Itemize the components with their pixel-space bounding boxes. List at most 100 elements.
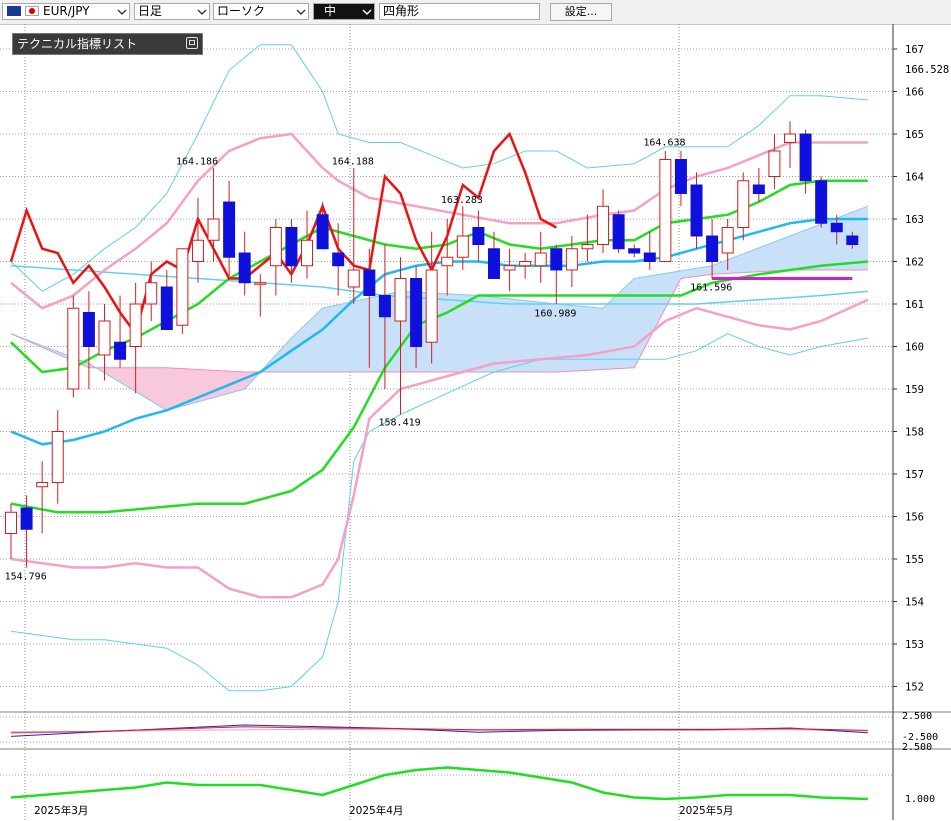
candle-body — [145, 282, 158, 305]
candle-body — [378, 295, 391, 318]
axis-tick-label: 167 — [905, 44, 924, 56]
price-annotation: 160.989 — [534, 308, 576, 319]
candle-body — [285, 227, 298, 267]
cloud-segment — [306, 307, 323, 373]
candle-body — [628, 248, 641, 254]
axis-tick-label: 165 — [905, 129, 924, 141]
axis-tick-label: 156 — [905, 512, 924, 524]
cloud-segment — [618, 277, 635, 369]
candle-body — [550, 248, 563, 271]
shape-select[interactable]: 四角形 — [379, 3, 540, 20]
price-chart[interactable]: 154.796 164.186 164.188 158.419 163.283 160.9… — [0, 24, 951, 821]
chevron-down-icon — [296, 9, 306, 15]
candle-body — [737, 180, 750, 228]
candle-body — [160, 286, 173, 330]
grid — [0, 24, 894, 820]
candle-body — [441, 256, 454, 267]
candle-body — [690, 184, 703, 237]
cloud-segment — [805, 223, 822, 271]
line-width-value: 中 — [324, 4, 337, 18]
candle-body — [768, 150, 781, 177]
price-annotation: 158.419 — [379, 418, 421, 429]
cloud-segment — [104, 367, 121, 383]
candle-body — [67, 307, 80, 390]
date-label: 2025年3月 — [34, 804, 88, 817]
candle-body — [581, 244, 594, 250]
candle-body — [456, 235, 469, 258]
candle-body — [612, 214, 625, 250]
candle-body — [114, 341, 127, 360]
toolbar: EUR/JPY 日足 ローソク 中 四角形 設定... — [0, 0, 951, 25]
sub-panels: 2.500-2.5002.5001.000 — [0, 711, 951, 805]
price-annotation: 164.188 — [332, 157, 374, 168]
cloud-segment — [758, 241, 775, 272]
candle-body — [643, 252, 656, 262]
candle-body — [332, 252, 345, 267]
symbol-value: EUR/JPY — [43, 4, 90, 18]
candle-body — [176, 248, 189, 326]
price-annotation: 164.638 — [643, 137, 685, 148]
candle-body — [519, 261, 532, 267]
cloud-segment — [322, 304, 339, 373]
chart-style-select[interactable]: ローソク — [213, 3, 309, 20]
restore-window-icon[interactable] — [186, 37, 198, 49]
chevron-down-icon — [362, 9, 372, 15]
axis-tick-label: 159 — [905, 384, 924, 396]
axis-tick-label: 157 — [905, 469, 924, 481]
candle-body — [721, 227, 734, 254]
axis-tick-label: 160 — [905, 342, 924, 354]
candle-body — [799, 133, 812, 182]
symbol-select[interactable]: EUR/JPY — [2, 3, 130, 20]
price-annotation: 163.283 — [441, 195, 483, 206]
axis-tick-label: 163 — [905, 214, 924, 226]
candle-body — [830, 222, 843, 233]
cloud-segment — [665, 270, 682, 309]
chevron-down-icon — [197, 9, 207, 15]
shape-value: 四角形 — [383, 4, 420, 18]
axis-tick-label: 158 — [905, 427, 924, 439]
price-annotation: 164.186 — [176, 157, 218, 168]
price-annotation: 161.596 — [690, 283, 732, 294]
candle-body — [269, 227, 282, 267]
date-axis: 2025年3月 2025年4月 2025年5月 — [34, 804, 733, 817]
technical-indicator-list-title: テクニカル指標リスト — [17, 37, 138, 51]
candle-body — [223, 201, 236, 258]
date-label: 2025年5月 — [679, 804, 733, 817]
candle-body — [597, 205, 610, 245]
sub1-tick-label: 2.500 — [902, 711, 932, 722]
candle-body — [363, 269, 376, 296]
axis-tick-label: 162 — [905, 257, 924, 269]
candle-body — [674, 159, 687, 194]
candle-body — [347, 269, 360, 288]
candle-body — [752, 184, 765, 194]
chart-style-value: ローソク — [217, 4, 266, 18]
candle-body — [98, 320, 111, 356]
candle-body — [659, 159, 672, 262]
candle-body — [36, 482, 49, 488]
axis-tick-label: 154 — [905, 597, 924, 609]
candle-body — [846, 235, 859, 245]
candle-body — [5, 511, 17, 534]
candle-body — [51, 431, 64, 483]
candle-body — [410, 278, 423, 347]
axis-tick-label: 164 — [905, 172, 924, 184]
cloud-segment — [119, 367, 136, 392]
candle-body — [503, 265, 516, 271]
timeframe-select[interactable]: 日足 — [134, 3, 210, 20]
candle-body — [238, 252, 251, 284]
chevron-down-icon — [117, 9, 127, 15]
jp-flag-icon — [25, 6, 39, 16]
cloud-segment — [493, 296, 510, 373]
technical-indicator-list[interactable]: テクニカル指標リスト — [12, 33, 203, 55]
line-width-select[interactable]: 中 — [313, 3, 375, 20]
price-annotation: 154.796 — [5, 572, 47, 583]
cloud-segment — [353, 297, 370, 373]
candle-body — [472, 227, 485, 245]
axis-tick-label: 153 — [905, 639, 924, 651]
date-label: 2025年4月 — [349, 804, 403, 817]
candle-body — [534, 252, 547, 267]
candle-body — [706, 235, 719, 262]
axis-tick-label: 166 — [905, 87, 924, 99]
candle-body — [394, 278, 407, 322]
settings-button[interactable]: 設定... — [550, 3, 612, 21]
